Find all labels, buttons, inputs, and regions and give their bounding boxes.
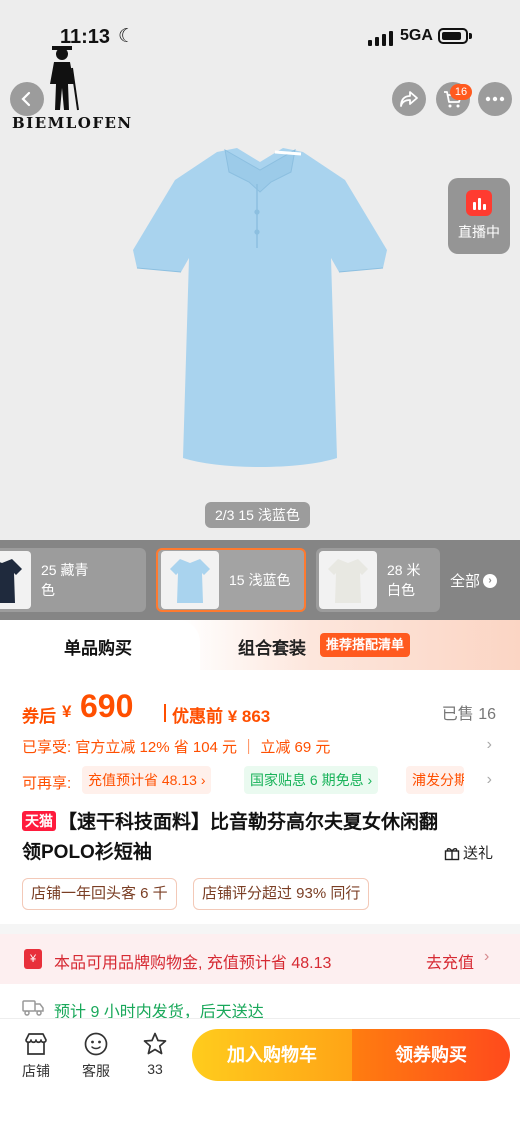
- promo-chip-bank[interactable]: 浦发分期: [406, 766, 464, 794]
- promo-more-row[interactable]: 可再享: 充值预计省 48.13 › 国家贴息 6 期免息 › 浦发分期 ›: [22, 766, 500, 796]
- all-variants-label: 全部: [450, 573, 481, 590]
- promo-chip-recharge[interactable]: 充值预计省 48.13 ›: [82, 766, 212, 794]
- purchase-tabs: 单品购买 组合套装 推荐搭配清单: [0, 620, 520, 670]
- store-tag-returning: 店铺一年回头客 6 千: [22, 878, 177, 910]
- back-button[interactable]: [10, 82, 44, 116]
- section-divider: [0, 924, 520, 934]
- shipping-row[interactable]: 预计 9 小时内发货，后天送达: [22, 996, 502, 1021]
- bottom-action-bar: 店铺 客服 33 加入购物车 领券购买: [0, 1018, 520, 1130]
- store-button[interactable]: 店铺: [14, 1031, 58, 1081]
- tmall-badge: 天猫: [22, 811, 56, 831]
- customer-service-button[interactable]: 客服: [74, 1031, 118, 1081]
- product-image: [133, 148, 387, 467]
- more-button[interactable]: [478, 82, 512, 116]
- gallery-page-indicator: 2/3 15 浅蓝色: [205, 502, 310, 528]
- favorite-button[interactable]: 33: [133, 1031, 177, 1077]
- product-title-text: 【速干科技面料】比音勒芬高尔夫夏女休闲翻领POLO衫短袖: [22, 812, 439, 863]
- promo-enjoyed-text: 已享受: 官方立减 12% 省 104 元 ｜ 立减 69 元: [22, 739, 331, 756]
- price-currency: ¥: [62, 702, 72, 721]
- variant-light-blue[interactable]: 15 浅蓝色: [156, 548, 306, 612]
- add-to-cart-button[interactable]: 加入购物车: [192, 1029, 352, 1081]
- more-dots-icon: [485, 96, 505, 102]
- product-title: 天猫 【速干科技面料】比音勒芬高尔夫夏女休闲翻领POLO衫短袖: [22, 808, 452, 868]
- tab-single-purchase[interactable]: 单品购买: [0, 620, 200, 670]
- signal-icon: [368, 30, 394, 46]
- store-icon: [25, 1033, 47, 1055]
- price-before-discount: 优惠前 ¥ 863: [172, 707, 271, 726]
- variant-thumb: [161, 551, 219, 609]
- tab-single-label: 单品购买: [64, 639, 132, 658]
- price-row: 券后 ¥ 690 优惠前 ¥ 863 已售 16: [22, 688, 502, 728]
- variant-strip[interactable]: 25 藏青色 15 浅蓝色 28 米白色 全部 ›: [0, 540, 520, 620]
- moon-icon: ☾: [118, 26, 136, 47]
- live-label: 直播中: [458, 224, 500, 240]
- price-divider: [164, 704, 166, 722]
- chevron-right-icon: ›: [486, 736, 492, 753]
- price-value: 690: [80, 688, 134, 724]
- price-prefix: 券后: [22, 707, 56, 726]
- service-label: 客服: [82, 1063, 110, 1079]
- share-icon: [400, 91, 418, 107]
- chevron-right-icon: ›: [486, 771, 492, 788]
- store-tag-rating: 店铺评分超过 93% 同行: [193, 878, 370, 910]
- sold-count: 已售 16: [441, 706, 496, 723]
- all-variants-button[interactable]: 全部 ›: [450, 570, 498, 591]
- favorite-count: 33: [147, 1061, 163, 1077]
- chevron-right-icon: ›: [484, 948, 490, 965]
- cart-count-badge: 16: [450, 84, 472, 100]
- variant-label: 28 米白色: [387, 562, 421, 598]
- brand-name: BIEMLOFEN: [12, 114, 133, 132]
- store-label: 店铺: [22, 1063, 50, 1079]
- tab-combo[interactable]: 组合套装: [238, 634, 306, 659]
- variant-thumb: [319, 551, 377, 609]
- gift-button[interactable]: 送礼: [444, 842, 493, 863]
- live-bars-icon: [466, 190, 492, 216]
- recharge-link[interactable]: 去充值: [426, 949, 474, 973]
- variant-beige[interactable]: 28 米白色: [316, 548, 440, 612]
- network-label: 5GA: [400, 27, 433, 44]
- promo-chip-installment[interactable]: 国家贴息 6 期免息 ›: [244, 766, 379, 794]
- tab-combo-badge[interactable]: 推荐搭配清单: [320, 633, 411, 657]
- variant-label: 15 浅蓝色: [229, 572, 291, 588]
- live-stream-button[interactable]: 直播中: [448, 178, 510, 254]
- variant-label: 25 藏青色: [41, 562, 89, 598]
- coupon-icon: ¥: [24, 949, 42, 969]
- chevron-left-icon: [21, 91, 31, 107]
- gift-icon: [444, 847, 460, 860]
- promo-enjoyed-row[interactable]: 已享受: 官方立减 12% 省 104 元 ｜ 立减 69 元 ›: [22, 736, 500, 756]
- coupon-buy-button[interactable]: 领券购买: [352, 1029, 510, 1081]
- share-button[interactable]: [392, 82, 426, 116]
- variant-thumb: [0, 551, 31, 609]
- promo-more-label: 可再享:: [22, 775, 72, 792]
- service-face-icon: [84, 1032, 108, 1056]
- variant-navy[interactable]: 25 藏青色: [0, 548, 146, 612]
- truck-icon: [22, 1000, 44, 1016]
- shopping-credit-banner[interactable]: ¥ 本品可用品牌购物金, 充值预计省 48.13 去充值 ›: [0, 934, 520, 984]
- battery-icon: [438, 28, 472, 44]
- banner-text: 本品可用品牌购物金, 充值预计省 48.13: [54, 955, 332, 972]
- chevron-right-icon: ›: [483, 573, 498, 588]
- product-gallery[interactable]: 11:13 ☾ 5GA BIEMLOFEN 16 直播中 2/3 15 浅蓝色: [0, 0, 520, 540]
- gift-label: 送礼: [463, 845, 494, 862]
- star-icon: [143, 1032, 167, 1055]
